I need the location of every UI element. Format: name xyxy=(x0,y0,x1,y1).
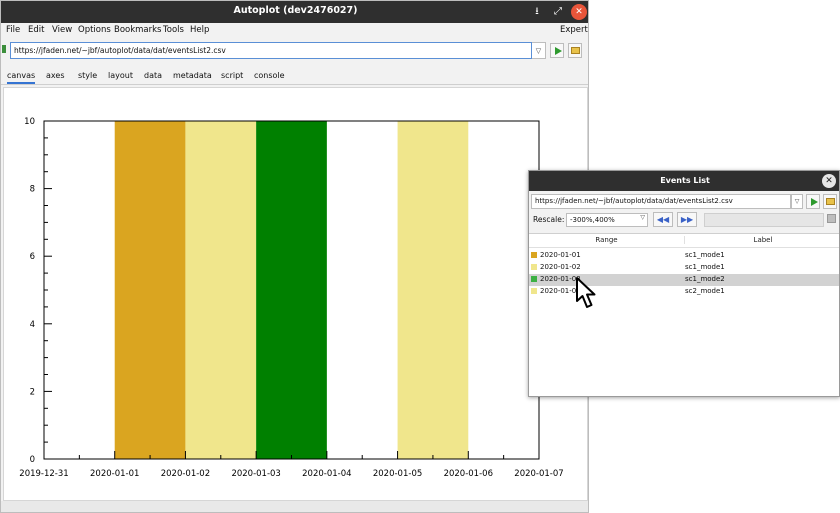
mouse-pointer-icon xyxy=(576,277,596,308)
window-title: Autoplot (dev2476027) xyxy=(233,5,358,16)
next-event-button[interactable]: ▶▶ xyxy=(677,212,697,227)
events-window-title: Events List xyxy=(660,176,710,185)
event-color-swatch xyxy=(531,252,537,258)
expert-menu[interactable]: Expert xyxy=(560,25,588,35)
events-close-icon[interactable]: ✕ xyxy=(822,174,836,188)
x-tick-label: 2020-01-06 xyxy=(444,469,493,479)
y-tick-label: 8 xyxy=(30,185,35,195)
event-bar-3 xyxy=(397,121,469,459)
event-bar-0 xyxy=(114,121,186,459)
events-bar-chart[interactable]: 2019-12-31 2020-01-01 2020-01-02 2020-01-03… xyxy=(4,88,589,502)
table-options-icon[interactable] xyxy=(827,214,836,223)
y-tick-label: 6 xyxy=(30,252,35,262)
events-url-input[interactable]: https://jfaden.net/~jbf/autoplot/data/da… xyxy=(531,194,791,209)
tab-canvas[interactable]: canvas xyxy=(7,71,36,84)
address-row: https://jfaden.net/~jbf/autoplot/data/da… xyxy=(1,39,588,63)
event-bar-2 xyxy=(256,121,327,459)
play-icon xyxy=(811,198,818,206)
address-input[interactable]: https://jfaden.net/~jbf/autoplot/data/da… xyxy=(10,42,532,59)
y-tick-label: 2 xyxy=(30,387,35,397)
tab-data[interactable]: data xyxy=(144,71,162,80)
play-icon xyxy=(555,47,562,55)
tab-bar: canvas axes style layout data metadata s… xyxy=(1,67,588,85)
tab-script[interactable]: script xyxy=(221,71,243,80)
menu-tools[interactable]: Tools xyxy=(163,25,184,35)
event-label: sc1_mode1 xyxy=(685,251,725,259)
events-table: Range Label 2020-01-01 sc1_mode1 2020-01-0… xyxy=(529,233,839,396)
y-tick-label: 10 xyxy=(24,117,35,127)
tab-console[interactable]: console xyxy=(254,71,285,80)
tab-metadata[interactable]: metadata xyxy=(173,71,212,80)
events-play-button[interactable] xyxy=(806,194,820,209)
x-tick-label: 2020-01-01 xyxy=(90,469,139,479)
menu-edit[interactable]: Edit xyxy=(28,25,44,35)
x-tick-label: 2020-01-04 xyxy=(302,469,351,479)
address-dropdown-icon[interactable]: ▽ xyxy=(532,42,546,59)
y-tick-label: 0 xyxy=(30,455,35,465)
main-window: Autoplot (dev2476027) ⭳ ⤢ ✕ File Edit Vi… xyxy=(0,0,589,513)
events-filter-field[interactable] xyxy=(704,213,824,227)
event-range: 2020-01-02 xyxy=(540,263,581,271)
event-color-swatch xyxy=(531,276,537,282)
x-tick-label: 2020-01-07 xyxy=(514,469,563,479)
plot-canvas[interactable]: 2019-12-31 2020-01-01 2020-01-02 2020-01-03… xyxy=(3,87,588,501)
event-row[interactable]: 2020-01-01 sc1_mode1 xyxy=(529,250,839,262)
column-range[interactable]: Range xyxy=(529,236,684,244)
event-color-swatch xyxy=(531,264,537,270)
previous-event-button[interactable]: ◀◀ xyxy=(653,212,673,227)
x-tick-label: 2020-01-05 xyxy=(373,469,422,479)
event-color-swatch xyxy=(531,288,537,294)
event-row[interactable]: 2020-01-02 sc1_mode1 xyxy=(529,262,839,274)
tab-axes[interactable]: axes xyxy=(46,71,64,80)
title-bar[interactable]: Autoplot (dev2476027) ⭳ ⤢ ✕ xyxy=(1,1,588,23)
event-label: sc2_mode1 xyxy=(685,287,725,295)
events-table-header: Range Label xyxy=(529,234,839,248)
event-label: sc1_mode1 xyxy=(685,263,725,271)
x-tick-label: 2020-01-03 xyxy=(231,469,280,479)
bookmark-button[interactable] xyxy=(568,43,582,58)
minimize-icon[interactable]: ⭳ xyxy=(529,4,545,20)
menu-file[interactable]: File xyxy=(6,25,20,35)
events-title-bar[interactable]: Events List ✕ xyxy=(529,171,839,191)
folder-icon xyxy=(826,198,835,205)
rescale-select[interactable]: -300%,400% ▽ xyxy=(566,213,648,227)
event-range: 2020-01-01 xyxy=(540,251,581,259)
status-bar xyxy=(1,501,588,512)
event-label: sc1_mode2 xyxy=(685,275,725,283)
play-button[interactable] xyxy=(550,43,564,58)
tab-style[interactable]: style xyxy=(78,71,97,80)
close-icon[interactable]: ✕ xyxy=(571,4,587,20)
events-url-dropdown-icon[interactable]: ▽ xyxy=(791,194,803,209)
x-tick-label: 2020-01-02 xyxy=(161,469,210,479)
maximize-icon[interactable]: ⤢ xyxy=(550,4,566,20)
column-label[interactable]: Label xyxy=(684,236,839,244)
events-folder-button[interactable] xyxy=(823,194,837,209)
event-bar-1 xyxy=(185,121,257,459)
y-tick-label: 4 xyxy=(30,320,35,330)
rescale-label: Rescale: xyxy=(533,215,565,224)
tab-layout[interactable]: layout xyxy=(108,71,133,80)
menu-help[interactable]: Help xyxy=(190,25,209,35)
rescale-value: -300%,400% xyxy=(570,216,615,224)
menu-options[interactable]: Options xyxy=(78,25,111,35)
menu-view[interactable]: View xyxy=(52,25,72,35)
x-tick-label: 2019-12-31 xyxy=(19,469,68,479)
rescale-dropdown-icon: ▽ xyxy=(640,214,645,221)
menu-bar: File Edit View Options Bookmarks Tools H… xyxy=(1,23,588,39)
menu-bookmarks[interactable]: Bookmarks xyxy=(114,25,162,35)
folder-icon xyxy=(571,47,580,54)
status-marker xyxy=(2,45,6,53)
